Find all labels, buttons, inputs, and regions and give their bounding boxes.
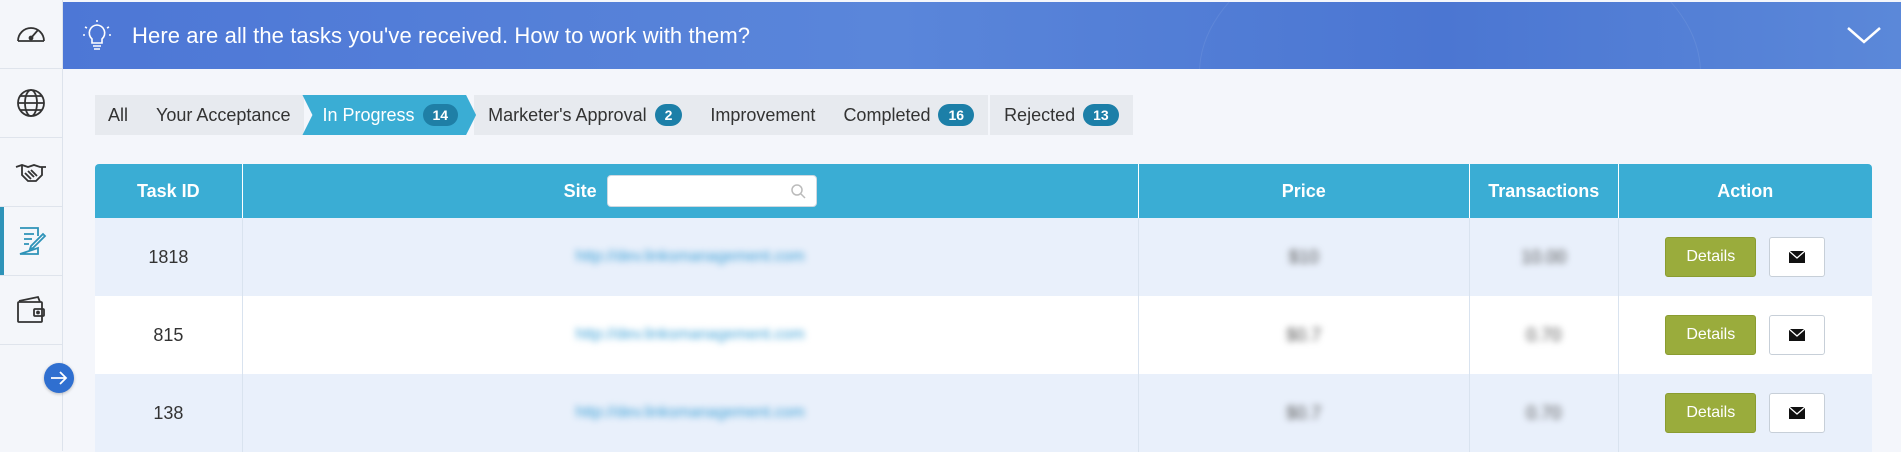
globe-icon bbox=[17, 89, 45, 117]
lightbulb-icon bbox=[83, 19, 111, 50]
speedometer-icon bbox=[17, 27, 45, 42]
site-link[interactable]: http://dev.linksmanagement.com bbox=[576, 326, 805, 344]
count-badge: 2 bbox=[654, 104, 683, 126]
count-badge: 13 bbox=[1083, 104, 1119, 126]
envelope-icon bbox=[1789, 251, 1806, 263]
transactions-cell: 0.70 bbox=[1470, 296, 1619, 374]
tab-rejected[interactable]: Rejected 13 bbox=[990, 95, 1133, 135]
sidebar-item-sites[interactable] bbox=[0, 69, 62, 138]
arrow-right-icon bbox=[51, 371, 68, 385]
chevron-down-icon[interactable] bbox=[1845, 20, 1883, 50]
table-header: Task ID Site Price Transactions Action bbox=[95, 164, 1872, 218]
details-button[interactable]: Details bbox=[1665, 237, 1757, 277]
task-id-cell: 1818 bbox=[95, 218, 243, 296]
action-cell: Details bbox=[1619, 374, 1872, 452]
site-cell: http://dev.linksmanagement.com bbox=[243, 218, 1139, 296]
info-banner[interactable]: Here are all the tasks you've received. … bbox=[63, 2, 1901, 69]
expand-sidebar-button[interactable] bbox=[44, 363, 74, 393]
table-row: 815 http://dev.linksmanagement.com $0.7 … bbox=[95, 296, 1872, 374]
header-price[interactable]: Price bbox=[1139, 164, 1470, 218]
site-cell: http://dev.linksmanagement.com bbox=[243, 296, 1139, 374]
price-cell: $0.7 bbox=[1139, 374, 1470, 452]
action-cell: Details bbox=[1619, 218, 1872, 296]
site-link[interactable]: http://dev.linksmanagement.com bbox=[576, 404, 805, 422]
task-id-cell: 138 bbox=[95, 374, 243, 452]
tab-completed[interactable]: Completed 16 bbox=[829, 95, 988, 135]
sidebar bbox=[0, 0, 74, 451]
tab-your-acceptance[interactable]: Your Acceptance bbox=[142, 95, 304, 135]
price-cell: $0.7 bbox=[1139, 296, 1470, 374]
header-site: Site bbox=[243, 164, 1139, 218]
banner-title: Here are all the tasks you've received. … bbox=[132, 22, 751, 48]
tab-in-progress[interactable]: In Progress 14 bbox=[302, 95, 476, 135]
count-badge: 14 bbox=[423, 104, 459, 126]
header-action: Action bbox=[1717, 180, 1774, 201]
message-button[interactable] bbox=[1769, 393, 1826, 433]
site-cell: http://dev.linksmanagement.com bbox=[243, 374, 1139, 452]
site-search bbox=[606, 175, 817, 207]
site-search-input[interactable] bbox=[607, 176, 794, 204]
tab-improvement[interactable]: Improvement bbox=[696, 95, 829, 135]
message-button[interactable] bbox=[1769, 315, 1826, 355]
sidebar-item-wallet[interactable] bbox=[0, 276, 62, 345]
tasks-table: Task ID Site Price Transactions Action 1… bbox=[95, 164, 1872, 452]
header-transactions[interactable]: Transactions bbox=[1470, 164, 1619, 218]
tab-all[interactable]: All bbox=[95, 95, 142, 135]
envelope-icon bbox=[1789, 407, 1806, 419]
details-button[interactable]: Details bbox=[1665, 393, 1757, 433]
status-tabs: All Your Acceptance In Progress 14 Marke… bbox=[95, 95, 1133, 135]
site-link[interactable]: http://dev.linksmanagement.com bbox=[576, 248, 805, 266]
transactions-cell: 10.00 bbox=[1470, 218, 1619, 296]
action-cell: Details bbox=[1619, 296, 1872, 374]
transactions-cell: 0.70 bbox=[1470, 374, 1619, 452]
task-id-cell: 815 bbox=[95, 296, 243, 374]
table-row: 1818 http://dev.linksmanagement.com $10 … bbox=[95, 218, 1872, 296]
sidebar-item-dashboard[interactable] bbox=[0, 0, 62, 69]
envelope-icon bbox=[1789, 329, 1806, 341]
edit-document-icon bbox=[19, 227, 47, 255]
count-badge: 16 bbox=[938, 104, 975, 126]
handshake-icon bbox=[15, 164, 46, 182]
message-button[interactable] bbox=[1769, 237, 1826, 277]
tab-marketers-approval[interactable]: Marketer's Approval 2 bbox=[474, 95, 696, 135]
details-button[interactable]: Details bbox=[1665, 315, 1757, 355]
table-row: 138 http://dev.linksmanagement.com $0.7 … bbox=[95, 374, 1872, 452]
search-icon bbox=[790, 184, 806, 199]
sidebar-item-tasks[interactable] bbox=[0, 207, 62, 276]
sidebar-item-deals[interactable] bbox=[0, 138, 62, 207]
header-task-id[interactable]: Task ID bbox=[95, 164, 243, 218]
price-cell: $10 bbox=[1139, 218, 1470, 296]
wallet-icon bbox=[17, 295, 45, 323]
